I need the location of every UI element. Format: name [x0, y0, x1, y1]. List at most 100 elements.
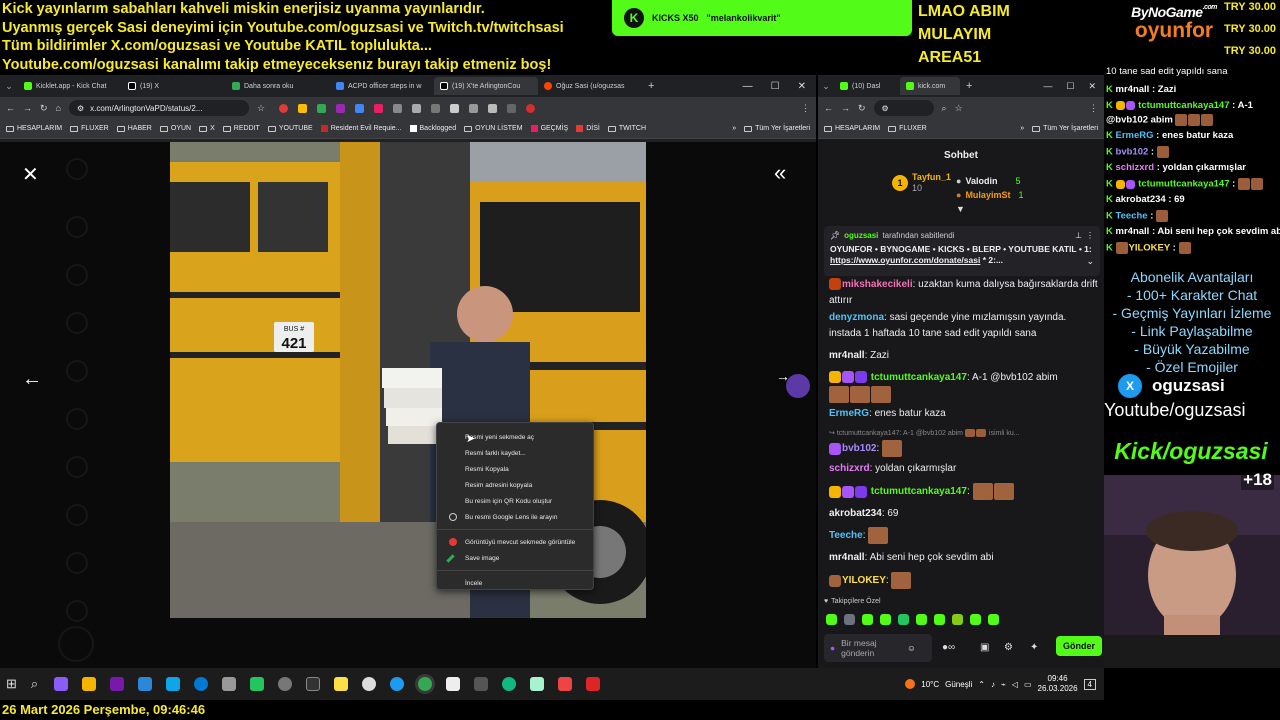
chat-username[interactable]: denyzmona — [829, 312, 884, 323]
maximize-icon[interactable]: ☐ — [1066, 81, 1074, 92]
browser-tab[interactable]: (19) X — [122, 77, 226, 95]
chat-username[interactable]: ErmeRG — [829, 408, 869, 419]
bookmark-folder[interactable]: X — [199, 125, 215, 132]
extension-icon[interactable] — [374, 103, 384, 113]
send-button[interactable]: Gönder — [1056, 636, 1102, 656]
bookmark-folder[interactable]: FLUXER — [888, 125, 927, 132]
minimize-icon[interactable]: — — [743, 81, 753, 92]
app-icon[interactable] — [138, 677, 153, 691]
chat-username[interactable]: mr4nall — [829, 350, 865, 361]
emote-icon[interactable] — [970, 614, 981, 625]
extension-icon[interactable] — [298, 103, 308, 113]
weather-temp[interactable]: 10°C — [921, 680, 939, 689]
back-icon[interactable]: ← — [824, 103, 833, 113]
bookmark-link[interactable]: Backlogged — [409, 125, 456, 132]
network-icon[interactable]: ⌁ — [1001, 680, 1006, 689]
browser-tab-active[interactable]: kick.com — [900, 77, 960, 95]
browser-tab-active[interactable]: (19) X'te ArlingtonCou — [434, 77, 538, 95]
extension-icon[interactable] — [336, 103, 346, 113]
bookmark-link[interactable]: DİSİ — [576, 125, 600, 132]
app-icon[interactable] — [530, 677, 545, 691]
menu-create-qr[interactable]: Bu resim için QR Kodu oluştur — [437, 493, 593, 509]
pin-toggle-icon[interactable]: ⊥ — [1075, 230, 1082, 241]
emote-picker-icon[interactable]: ●∞ — [942, 642, 955, 653]
chat-username[interactable]: bvb102 — [842, 443, 876, 454]
extension-icon[interactable] — [393, 103, 403, 113]
bookmark-star-icon[interactable]: ☆ — [955, 103, 963, 114]
tab-search-icon[interactable]: ⌄ — [0, 81, 18, 92]
chat-username[interactable]: Teeche — [829, 530, 863, 541]
forward-icon[interactable]: → — [841, 103, 850, 113]
expand-leaderboard-icon[interactable]: ▼ — [956, 204, 965, 214]
chat-username[interactable]: mikshakecikeli — [842, 279, 913, 290]
app-icon[interactable] — [306, 677, 321, 691]
menu-kebab-icon[interactable]: ⋮ — [1089, 103, 1098, 114]
menu-kebab-icon[interactable]: ⋮ — [801, 103, 810, 114]
new-tab-icon[interactable]: + — [966, 80, 972, 92]
url-field[interactable]: ⚙ x.com/ArlingtonVaPD/status/2... — [68, 100, 249, 116]
bookmark-link[interactable]: GEÇMİŞ — [530, 125, 568, 132]
notification-count[interactable]: 4 — [1083, 678, 1096, 690]
close-window-icon[interactable]: ✕ — [798, 81, 806, 92]
pinned-link[interactable]: https://www.oyunfor.com/donate/sasi — [830, 255, 980, 265]
app-icon[interactable] — [362, 677, 377, 691]
extension-icon[interactable] — [488, 103, 498, 113]
camera-icon[interactable] — [222, 677, 237, 691]
menu-inspect[interactable]: İncele — [437, 575, 593, 591]
onenote-icon[interactable] — [110, 677, 125, 691]
clock[interactable]: 09:46 26.03.2026 — [1038, 674, 1078, 694]
grok-floating-icon[interactable] — [786, 374, 810, 398]
battery-icon[interactable]: ▭ — [1024, 680, 1032, 689]
site-info-icon[interactable]: ⚙ — [77, 104, 84, 113]
bookmark-folder[interactable]: HABER — [116, 125, 152, 132]
extension-icon[interactable] — [431, 103, 441, 113]
chrome-icon[interactable] — [418, 677, 433, 691]
chat-username[interactable]: schizxrd — [829, 463, 870, 474]
extension-icon[interactable] — [279, 103, 289, 113]
menu-copy-image-address[interactable]: Resim adresini kopyala — [437, 477, 593, 493]
microphone-icon[interactable]: ♪ — [991, 680, 995, 689]
start-menu-icon[interactable]: ⊞ — [6, 676, 17, 692]
store-icon[interactable]: ▣ — [980, 642, 989, 653]
emote-icon[interactable] — [934, 614, 945, 625]
home-icon[interactable]: ⌂ — [56, 103, 61, 113]
app-icon[interactable] — [250, 677, 265, 691]
chat-username[interactable]: tctumuttcankaya147 — [871, 486, 967, 497]
app-icon[interactable] — [474, 677, 489, 691]
volume-icon[interactable]: ◁ — [1012, 680, 1018, 689]
settings-icon[interactable]: ⚙ — [1004, 642, 1013, 653]
bookmark-link[interactable]: Resident Evil Requie... — [320, 125, 402, 132]
extension-icon[interactable] — [412, 103, 422, 113]
url-field[interactable]: ⚙ — [873, 100, 934, 116]
tray-chevron-icon[interactable]: ⌃ — [978, 680, 985, 689]
browser-tab[interactable]: Oğuz Sasi (u/oguzsas — [538, 77, 642, 95]
bookmark-folder[interactable]: HESAPLARIM — [6, 125, 62, 132]
emote-icon[interactable] — [862, 614, 873, 625]
menu-open-image-new-tab[interactable]: Resmi yeni sekmede aç — [437, 429, 593, 445]
all-bookmarks[interactable]: Tüm Yer İşaretleri — [744, 125, 810, 132]
chat-username[interactable]: YILOKEY — [842, 575, 886, 586]
bookmark-folder[interactable]: FLUXER — [70, 125, 109, 132]
menu-google-lens[interactable]: Bu resmi Google Lens ile arayın — [437, 509, 593, 525]
browser-tab[interactable]: Daha sonra oku — [226, 77, 330, 95]
bookmark-folder[interactable]: OYUN LİSTEM — [464, 125, 523, 132]
bookmarks-overflow-icon[interactable]: » — [1020, 125, 1024, 132]
extension-icon[interactable]: ✦ — [1030, 642, 1038, 653]
forward-icon[interactable]: → — [23, 103, 32, 113]
extension-icon[interactable] — [355, 103, 365, 113]
emote-icon[interactable] — [898, 614, 909, 625]
emote-icon[interactable] — [988, 614, 999, 625]
tab-search-icon[interactable]: ⌄ — [818, 81, 834, 92]
new-tab-icon[interactable]: + — [648, 80, 654, 92]
menu-save-image[interactable]: Save image — [437, 550, 593, 566]
app-icon[interactable] — [334, 677, 349, 691]
vivaldi-icon[interactable] — [558, 677, 573, 691]
app-icon[interactable] — [166, 677, 181, 691]
extension-icon[interactable] — [526, 103, 536, 113]
minimize-icon[interactable]: — — [1043, 81, 1052, 92]
bookmark-folder[interactable]: YOUTUBE — [267, 125, 313, 132]
back-icon[interactable]: ← — [6, 103, 15, 113]
chat-username[interactable]: akrobat234 — [829, 508, 882, 519]
chat-username[interactable]: tctumuttcankaya147 — [871, 372, 967, 383]
menu-copy-image[interactable]: Resmi Kopyala — [437, 461, 593, 477]
